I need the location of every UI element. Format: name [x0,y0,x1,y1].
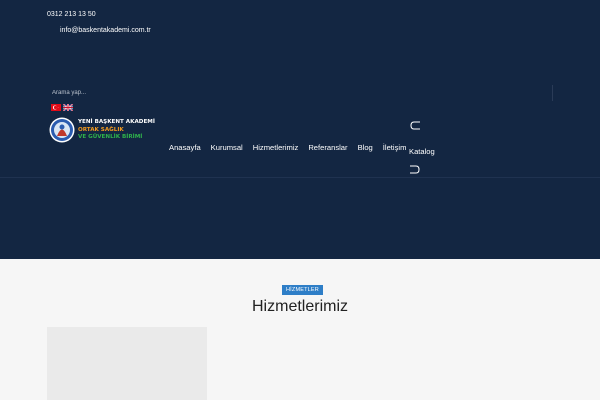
bracket-bottom-icon [410,165,420,174]
bracket-top-icon [410,121,420,130]
section-badge: HİZMETLER [282,285,323,295]
language-switcher [51,104,73,111]
catalog-button[interactable]: Katalog [409,121,439,176]
header-divider [0,177,600,178]
search-bar [47,85,553,101]
main-navigation: Anasayfa Kurumsal Hizmetlerimiz Referans… [169,143,406,152]
search-input[interactable] [47,85,553,101]
uk-flag-icon[interactable] [63,104,73,111]
nav-item-anasayfa[interactable]: Anasayfa [169,143,201,152]
hero-header: 0312 213 13 50 info@baskentakademi.com.t… [0,0,600,259]
brand-name[interactable]: YENİ BAŞKENT AKADEMİ ORTAK SAĞLIK VE GÜV… [78,119,155,142]
section-title: Hizmetlerimiz [252,298,348,315]
catalog-label: Katalog [409,147,435,156]
nav-item-kurumsal[interactable]: Kurumsal [211,143,243,152]
brand-line-3: VE GÜVENLİK BİRİMİ [78,134,143,141]
nav-item-referanslar[interactable]: Referanslar [308,143,347,152]
nav-item-iletisim[interactable]: İletişim [383,143,407,152]
nav-item-hizmetlerimiz[interactable]: Hizmetlerimiz [253,143,299,152]
turkish-flag-icon[interactable] [51,104,61,111]
academy-logo-icon[interactable] [49,117,75,143]
nav-item-blog[interactable]: Blog [358,143,373,152]
brand-line-1: YENİ BAŞKENT AKADEMİ [78,119,155,125]
phone-number[interactable]: 0312 213 13 50 [47,11,96,18]
service-card[interactable] [47,327,207,400]
email-address[interactable]: info@baskentakademi.com.tr [60,27,151,34]
